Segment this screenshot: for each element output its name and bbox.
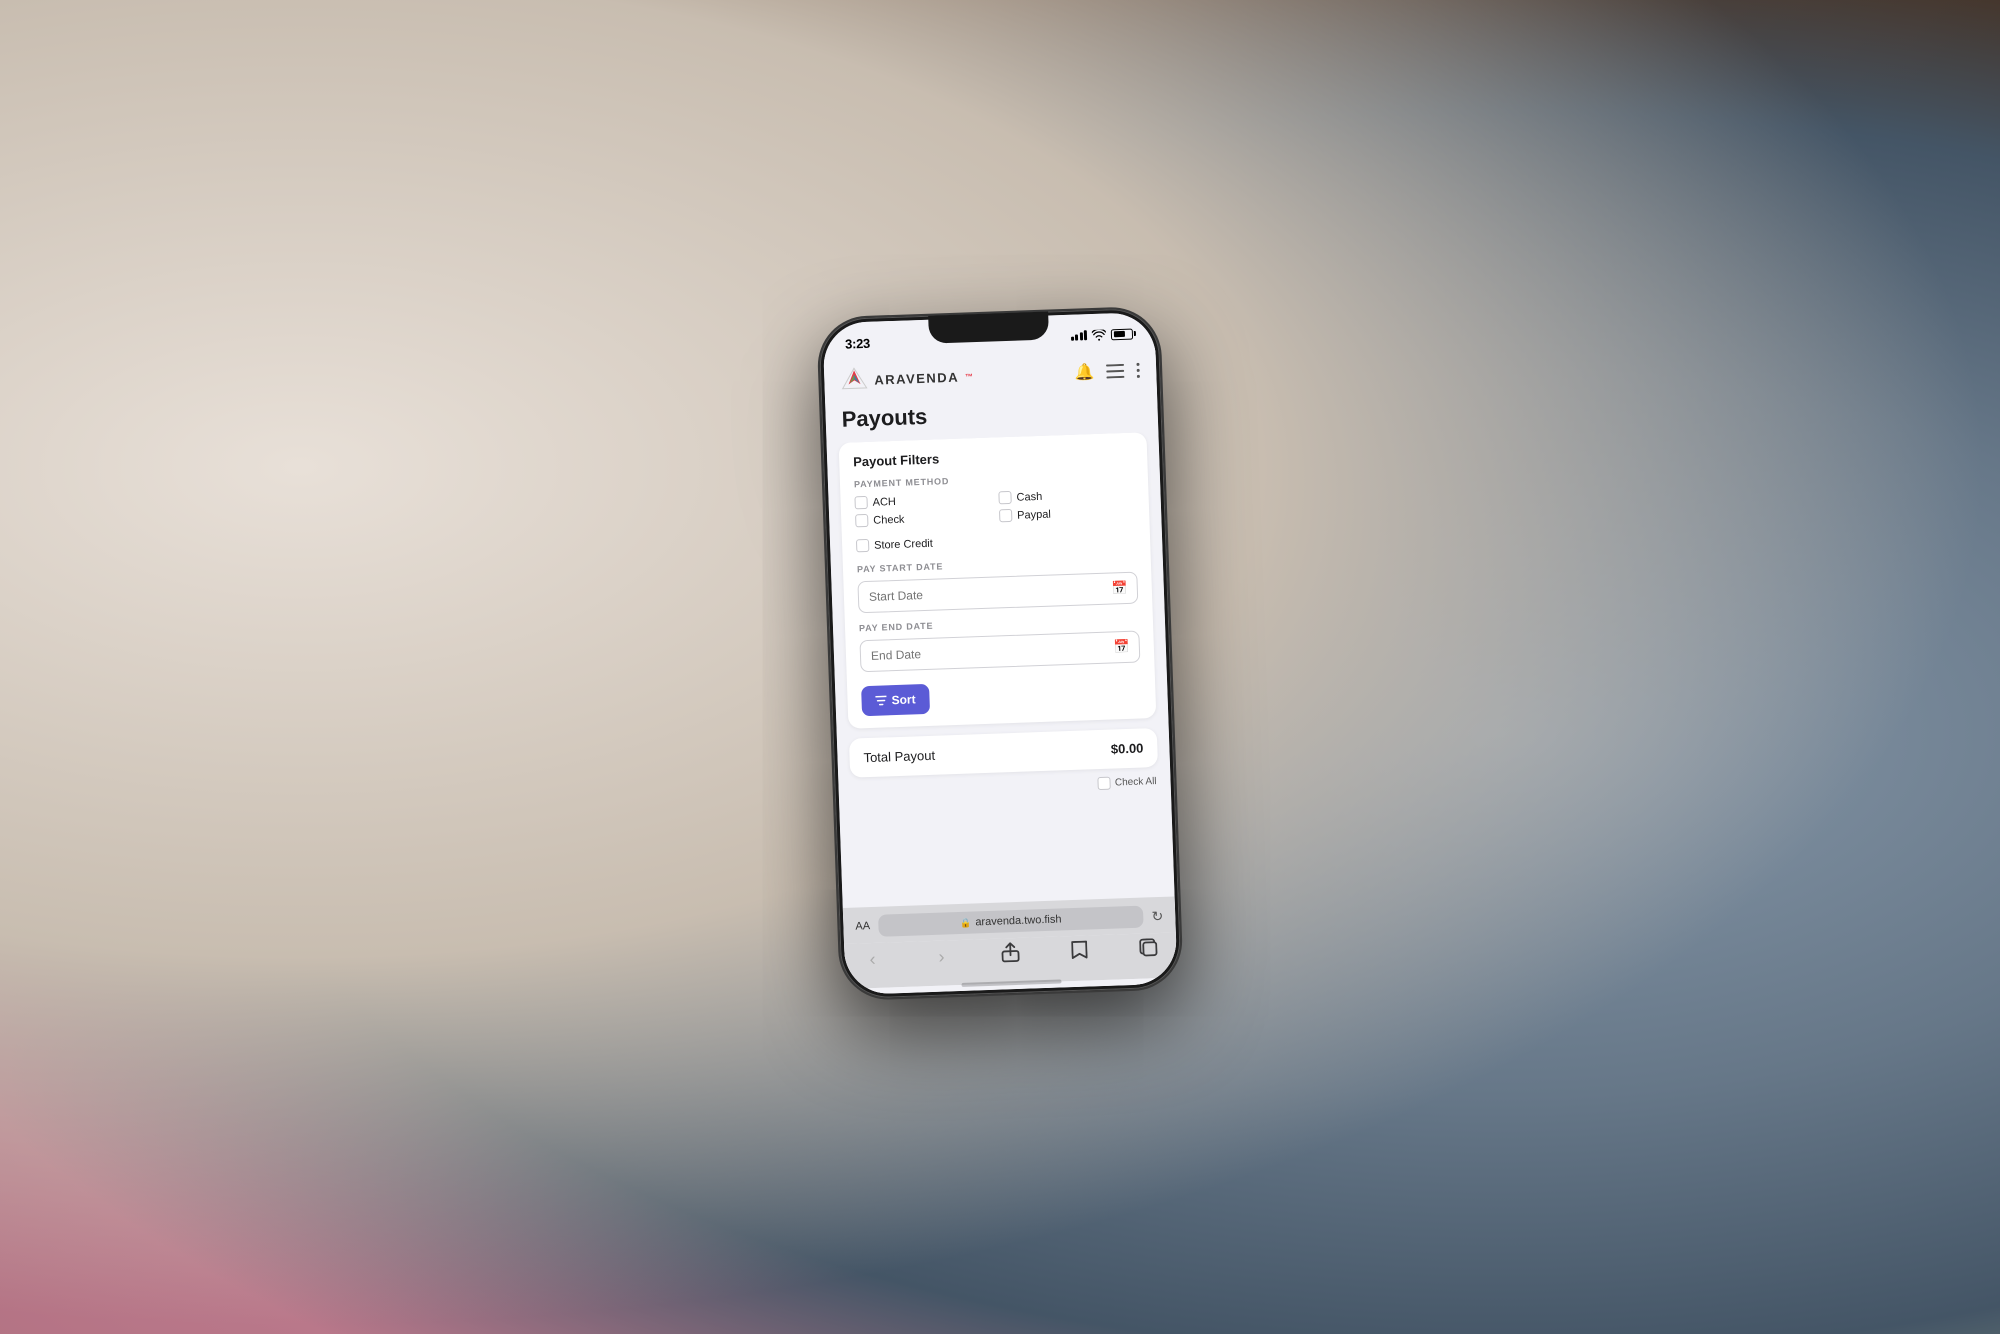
tabs-button[interactable] [1132,938,1165,962]
notification-icon[interactable]: 🔔 [1074,362,1095,383]
checkbox-paypal-label: Paypal [1017,508,1051,521]
check-all-row[interactable]: Check All [851,775,1159,799]
payment-method-label: PAYMENT METHOD [854,470,1134,490]
checkbox-cash[interactable]: Cash [998,487,1134,505]
checkbox-ach-label: ACH [872,495,896,508]
phone-shell: 3:23 [818,308,1182,999]
header-icons: 🔔 [1074,360,1141,382]
checkbox-store-credit-label: Store Credit [874,537,933,551]
checkbox-store-credit[interactable]: Store Credit [856,530,1136,553]
checkbox-grid: ACH Cash Check [854,487,1135,528]
trademark: ™ [965,372,973,381]
bookmarks-button[interactable] [1063,940,1096,964]
tabs-icon [1139,938,1158,957]
bookmarks-icon [1071,941,1088,960]
checkbox-paypal[interactable]: Paypal [999,505,1135,523]
phone-wrapper: 3:23 [818,308,1182,999]
checkbox-check[interactable]: Check [855,510,991,528]
checkbox-cash-box[interactable] [998,491,1011,504]
app-content: ARAVENDA ™ 🔔 [824,348,1178,995]
checkbox-paypal-box[interactable] [999,509,1012,522]
share-icon [1001,942,1020,963]
battery-icon [1111,328,1133,340]
checkbox-ach-box[interactable] [854,496,867,509]
logo-area: ARAVENDA ™ [840,362,974,395]
notch [928,312,1049,344]
pay-start-date-section: PAY START DATE 📅 [857,555,1139,614]
pay-start-date-label: PAY START DATE [857,555,1137,575]
checkbox-ach[interactable]: ACH [854,492,990,510]
brand-name: ARAVENDA [874,369,959,387]
wifi-icon [1092,329,1106,340]
start-date-wrap: 📅 [857,572,1138,614]
back-button[interactable]: ‹ [856,948,889,970]
check-all-label: Check All [1115,776,1157,788]
status-time: 3:23 [845,335,870,351]
reload-button[interactable]: ↻ [1151,907,1163,924]
share-button[interactable] [994,942,1027,968]
checkbox-check-label: Check [873,513,905,526]
aravenda-logo-icon [840,366,869,395]
phone-screen: 3:23 [822,312,1177,995]
end-date-wrap: 📅 [859,631,1140,673]
pay-end-date-label: PAY END DATE [859,614,1139,634]
sort-button[interactable]: Sort [861,684,930,716]
menu-icon[interactable] [1106,364,1124,379]
end-date-input[interactable] [859,631,1140,673]
more-icon[interactable] [1136,362,1141,378]
filter-card-title: Payout Filters [853,445,1133,470]
lock-icon: 🔒 [960,917,972,928]
checkbox-check-box[interactable] [855,514,868,527]
filter-card: Payout Filters PAYMENT METHOD ACH Cash [839,432,1157,729]
browser-url-text: aravenda.two.fish [975,913,1062,928]
total-payout-label: Total Payout [863,748,935,765]
filter-icon [875,695,886,705]
status-icons [1070,328,1133,341]
forward-button[interactable]: › [925,946,958,968]
signal-icon [1070,330,1087,341]
check-all-checkbox[interactable] [1098,777,1111,790]
browser-aa-button[interactable]: AA [855,920,870,933]
app-main[interactable]: Payout Filters PAYMENT METHOD ACH Cash [827,432,1175,908]
total-payout-amount: $0.00 [1111,740,1144,756]
checkbox-cash-label: Cash [1016,490,1042,503]
pay-end-date-section: PAY END DATE 📅 [859,614,1141,673]
browser-url-bar[interactable]: 🔒 aravenda.two.fish [878,906,1144,937]
checkbox-store-credit-box[interactable] [856,539,869,552]
start-date-input[interactable] [857,572,1138,614]
total-payout-card: Total Payout $0.00 [849,728,1158,778]
sort-button-label: Sort [891,692,915,707]
